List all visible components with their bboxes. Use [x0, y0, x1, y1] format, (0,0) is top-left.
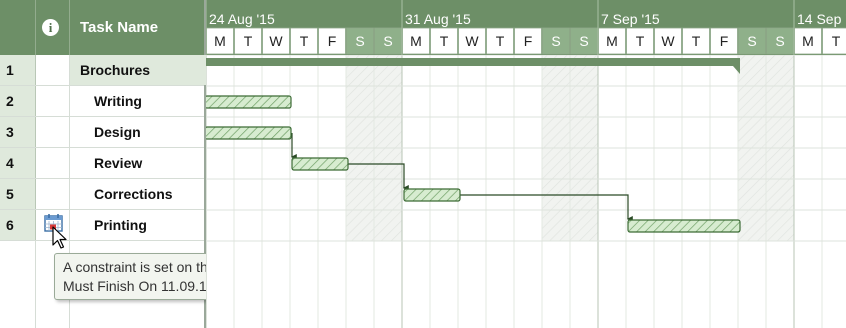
- day-letter: T: [496, 33, 505, 49]
- day-letter: T: [440, 33, 449, 49]
- table-row-5[interactable]: 5 Corrections: [0, 179, 204, 210]
- header-task-name-label: Task Name: [80, 19, 159, 36]
- task-bar: [206, 126, 292, 140]
- day-letter: F: [328, 33, 337, 49]
- row-id: 2: [0, 86, 36, 116]
- row-id: 5: [0, 179, 36, 209]
- week-label: 14 Sep '15: [797, 11, 846, 27]
- row-id: 4: [0, 148, 36, 178]
- day-letter: T: [692, 33, 701, 49]
- table-row-4[interactable]: 4 Review: [0, 148, 204, 179]
- day-letter: T: [636, 33, 645, 49]
- day-letter: S: [775, 33, 784, 49]
- task-name[interactable]: Design: [70, 117, 228, 147]
- task-bar: [291, 157, 349, 171]
- week-label: 24 Aug '15: [209, 11, 275, 27]
- header-id[interactable]: [0, 0, 36, 55]
- row-indicator: [36, 86, 70, 116]
- gantt-timescale: 24 Aug '15M T W T F S S31 Aug '15M T W T F S S7 Sep …: [206, 0, 846, 55]
- task-name[interactable]: Printing: [70, 210, 228, 240]
- day-letter: W: [269, 33, 283, 49]
- day-letter: M: [802, 33, 814, 49]
- table-row-1[interactable]: 1 Brochures: [0, 55, 214, 86]
- day-letter: S: [383, 33, 392, 49]
- header-task-name[interactable]: Task Name: [70, 0, 204, 55]
- day-letter: M: [606, 33, 618, 49]
- summary-bar: [206, 58, 740, 66]
- row-indicator: [36, 117, 70, 147]
- day-letter: W: [661, 33, 675, 49]
- task-name[interactable]: Brochures: [70, 55, 214, 85]
- week-label: 31 Aug '15: [405, 11, 471, 27]
- info-icon: i: [42, 19, 59, 36]
- row-indicator: [36, 179, 70, 209]
- day-letter: M: [214, 33, 226, 49]
- day-letter: T: [300, 33, 309, 49]
- day-letter: F: [720, 33, 729, 49]
- row-id: 1: [0, 55, 36, 85]
- gantt-chart[interactable]: 24 Aug '15M T W T F S S31 Aug '15M T W T F S S7 Sep …: [206, 0, 846, 328]
- task-name[interactable]: Corrections: [70, 179, 228, 209]
- task-bar: [403, 188, 461, 202]
- day-letter: S: [355, 33, 364, 49]
- row-id: 3: [0, 117, 36, 147]
- task-bar: [206, 95, 292, 109]
- day-letter: F: [524, 33, 533, 49]
- day-letter: W: [465, 33, 479, 49]
- day-letter: S: [579, 33, 588, 49]
- row-indicator: [36, 148, 70, 178]
- day-letter: M: [410, 33, 422, 49]
- day-letter: S: [747, 33, 756, 49]
- day-letter: S: [551, 33, 560, 49]
- row-id: 6: [0, 210, 36, 240]
- day-letter: T: [832, 33, 841, 49]
- week-label: 7 Sep '15: [601, 11, 660, 27]
- table-row-2[interactable]: 2 Writing: [0, 86, 204, 117]
- table-row-3[interactable]: 3 Design: [0, 117, 204, 148]
- project-gantt-view: i Task Name 1 Brochures 2 Writing 3 Desi…: [0, 0, 846, 328]
- task-name[interactable]: Writing: [70, 86, 228, 116]
- day-letter: T: [244, 33, 253, 49]
- mouse-cursor-icon: [52, 226, 67, 249]
- row-indicator: [36, 55, 70, 85]
- table-row-6[interactable]: 6 Printing: [0, 210, 204, 241]
- header-indicators[interactable]: i: [36, 0, 70, 55]
- id-column-empty: [0, 241, 36, 328]
- task-bar: [627, 219, 741, 233]
- task-name[interactable]: Review: [70, 148, 228, 178]
